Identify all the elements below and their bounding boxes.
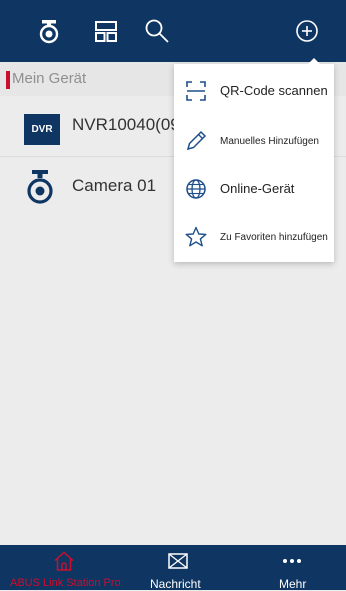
globe-icon xyxy=(184,177,208,201)
layout-icon[interactable] xyxy=(93,18,119,44)
dvr-icon: DVR xyxy=(24,114,60,145)
section-marker xyxy=(6,71,10,89)
device-name: Camera 01 xyxy=(72,176,157,195)
device-name: NVR10040(09 xyxy=(72,115,180,134)
more-icon xyxy=(280,549,304,573)
star-icon xyxy=(184,225,208,249)
home-icon xyxy=(52,549,76,573)
search-icon[interactable] xyxy=(144,18,170,44)
nav-item-messages[interactable]: Nachricht xyxy=(130,545,226,591)
add-icon[interactable] xyxy=(294,18,320,44)
nav-label: Nachricht xyxy=(150,577,201,591)
section-label: Mein Gerät xyxy=(12,70,87,87)
top-toolbar xyxy=(0,0,346,62)
menu-item-manual-add[interactable]: Manuelles Hinzufügen xyxy=(174,118,334,166)
menu-item-online-device[interactable]: Online-Gerät xyxy=(174,166,334,214)
message-icon xyxy=(166,549,190,573)
menu-item-label: Manuelles Hinzufügen xyxy=(220,136,319,147)
nav-item-home[interactable]: ABUS Link Station Pro xyxy=(0,545,130,590)
camera-icon[interactable] xyxy=(36,18,62,44)
add-device-menu: QR-Code scannen Manuelles Hinzufügen Onl… xyxy=(174,64,334,262)
menu-item-label: Online-Gerät xyxy=(220,181,295,196)
nav-label: ABUS Link Station Pro xyxy=(10,577,121,589)
menu-item-label: Zu Favoriten hinzufügen xyxy=(220,232,328,243)
nav-label: Mehr xyxy=(279,577,307,591)
qr-scan-icon xyxy=(184,79,208,103)
pencil-icon xyxy=(184,129,208,153)
menu-item-label: QR-Code scannen xyxy=(220,83,328,98)
bottom-navigation: ABUS Link Station Pro Nachricht Mehr xyxy=(0,545,346,591)
nav-item-more[interactable]: Mehr xyxy=(250,545,346,591)
menu-item-add-favorite[interactable]: Zu Favoriten hinzufügen xyxy=(174,214,334,262)
menu-item-qr-scan[interactable]: QR-Code scannen xyxy=(174,68,334,116)
menu-caret xyxy=(307,58,321,65)
camera-icon xyxy=(23,169,57,205)
